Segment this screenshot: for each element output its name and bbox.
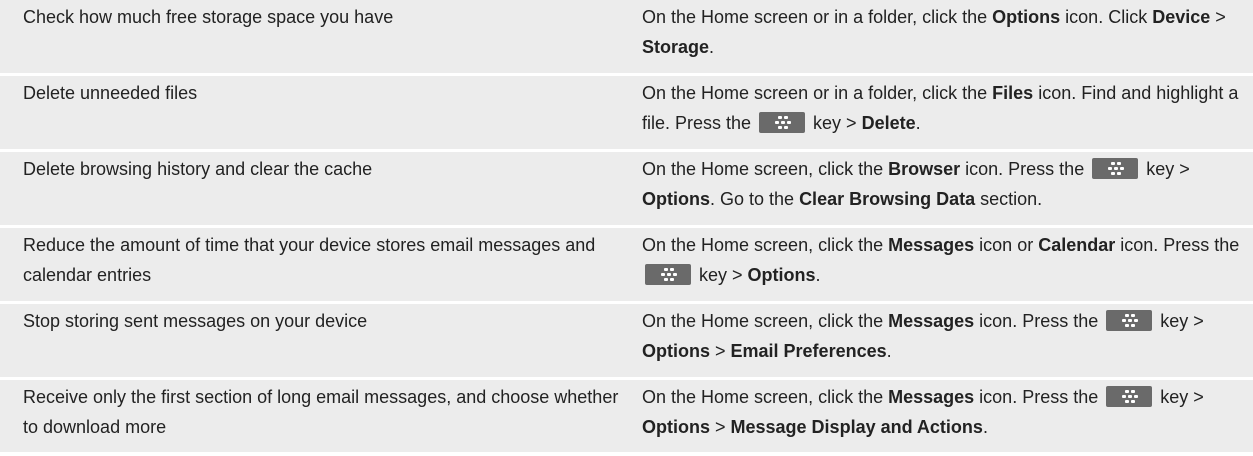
bold-term: Storage <box>642 37 710 57</box>
menu-key-icon <box>1092 158 1139 179</box>
steps-cell: On the Home screen or in a folder, click… <box>642 83 1239 133</box>
task-cell: Check how much free storage space you ha… <box>23 7 394 27</box>
bold-term: Delete <box>861 113 916 133</box>
storage-tips-table: Check how much free storage space you ha… <box>0 0 1253 452</box>
bold-term: Email Preferences <box>730 341 887 361</box>
bold-term: Clear Browsing Data <box>799 189 976 209</box>
table-row: Delete browsing history and clear the ca… <box>0 152 1253 228</box>
task-cell: Delete unneeded files <box>23 83 198 103</box>
menu-key-icon <box>1106 386 1153 407</box>
table-row: Stop storing sent messages on your devic… <box>0 304 1253 380</box>
bold-term: Browser <box>888 159 961 179</box>
steps-cell: On the Home screen, click the Messages i… <box>642 386 1204 437</box>
bold-term: Options <box>992 7 1061 27</box>
bold-term: Device <box>1152 7 1211 27</box>
table-row: Delete unneeded files On the Home screen… <box>0 76 1253 152</box>
bold-term: Files <box>992 83 1034 103</box>
task-cell: Reduce the amount of time that your devi… <box>23 235 596 285</box>
table-row: Receive only the first section of long e… <box>0 380 1253 452</box>
task-cell: Delete browsing history and clear the ca… <box>23 159 373 179</box>
menu-key-icon <box>645 264 691 285</box>
bold-term: Options <box>642 189 710 209</box>
table-row: Reduce the amount of time that your devi… <box>0 228 1253 304</box>
menu-key-icon <box>759 112 806 133</box>
steps-cell: On the Home screen, click the Messages i… <box>642 310 1204 361</box>
bold-term: Messages <box>888 387 975 407</box>
bold-term: Calendar <box>1038 235 1116 255</box>
bold-term: Message Display and Actions <box>730 417 983 437</box>
steps-cell: On the Home screen, click the Messages i… <box>642 235 1240 285</box>
bold-term: Messages <box>888 311 975 331</box>
steps-cell: On the Home screen, click the Browser ic… <box>642 158 1190 209</box>
table-row: Check how much free storage space you ha… <box>0 0 1253 76</box>
bold-term: Options <box>642 341 710 361</box>
task-cell: Stop storing sent messages on your devic… <box>23 311 368 331</box>
bold-term: Options <box>642 417 710 437</box>
steps-cell: On the Home screen or in a folder, click… <box>642 7 1226 57</box>
bold-term: Options <box>747 265 816 285</box>
task-cell: Receive only the first section of long e… <box>23 387 619 437</box>
menu-key-icon <box>1106 310 1153 331</box>
bold-term: Messages <box>888 235 975 255</box>
